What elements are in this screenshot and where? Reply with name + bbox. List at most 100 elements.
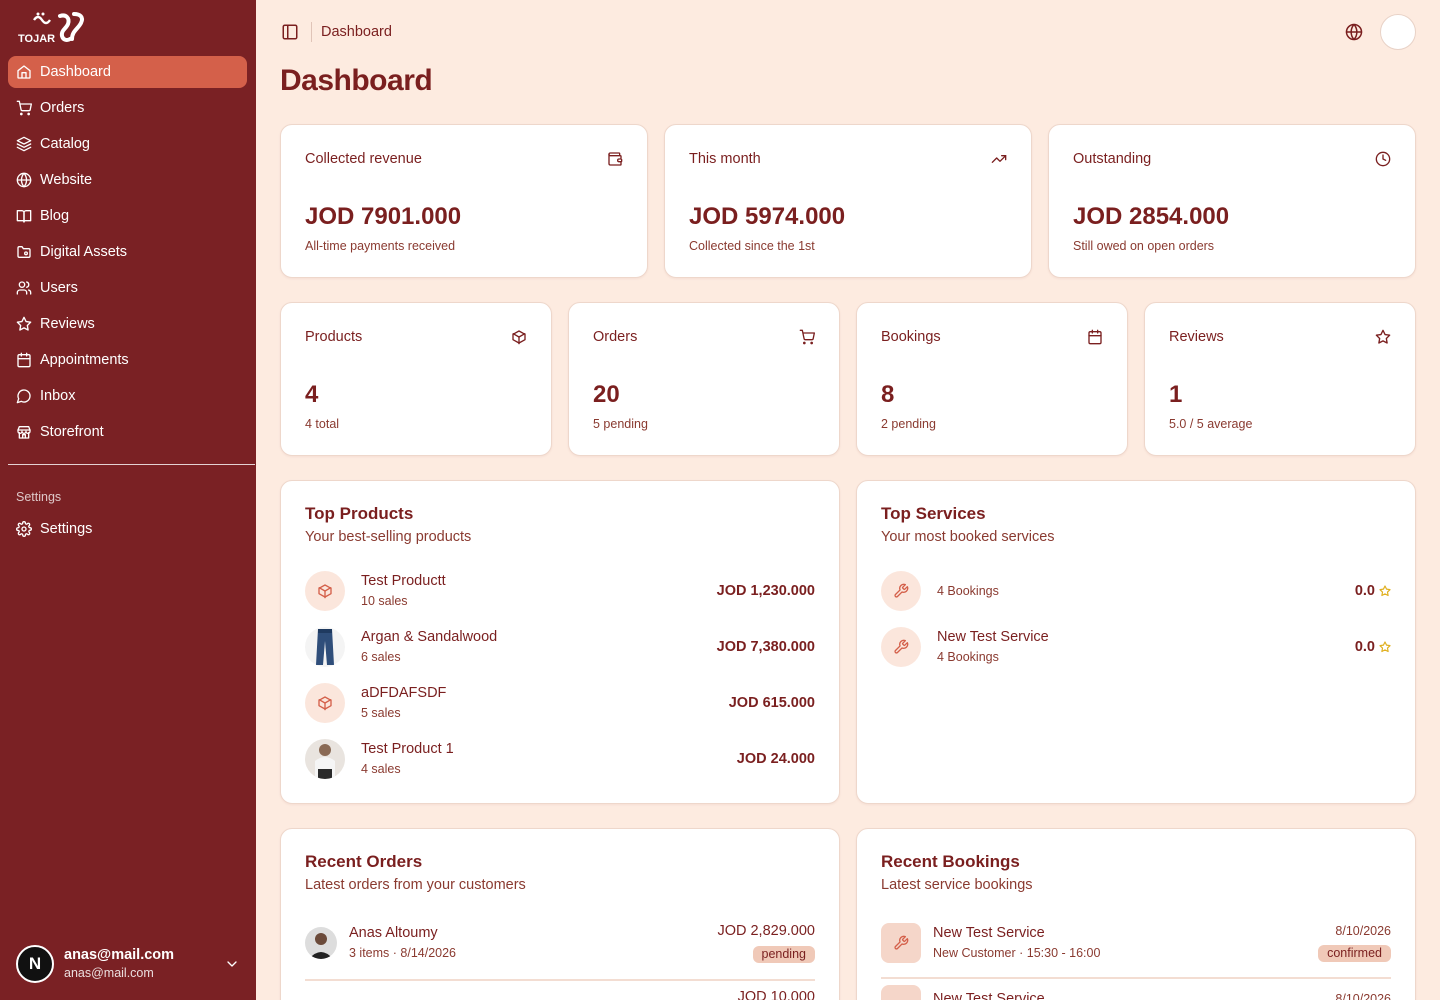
product-sales: 6 sales xyxy=(361,650,401,665)
list-item[interactable]: 4 Bookings 0.0 xyxy=(881,569,1391,613)
stat-value: JOD 2854.000 xyxy=(1073,203,1230,230)
list-item[interactable]: aDFDAFSDF 5 sales JOD 615.000 xyxy=(305,681,815,725)
product-name: Argan & Sandalwood xyxy=(361,629,498,646)
stat-label: Reviews xyxy=(1169,329,1224,345)
rating-value: 0.0 xyxy=(1354,583,1375,599)
star-icon xyxy=(16,316,32,331)
stat-value: 20 xyxy=(593,381,620,408)
list-item[interactable]: New Test Service 4 Bookings 0.0 xyxy=(881,625,1391,669)
sidebar-item-users[interactable]: Users xyxy=(8,272,247,304)
trending-up-icon xyxy=(991,155,1007,163)
service-thumbnail xyxy=(881,923,921,963)
settings-section-label: Settings xyxy=(16,490,62,504)
product-revenue: JOD 615.000 xyxy=(728,695,815,711)
stat-subtext: 4 total xyxy=(305,417,340,431)
sidebar-item-orders[interactable]: Orders xyxy=(8,92,247,124)
customer-name: Anas Altoumy xyxy=(349,925,438,942)
globe-icon xyxy=(16,172,32,188)
brand-logo[interactable]: TOJAR xyxy=(16,10,96,46)
stat-label: Bookings xyxy=(881,329,941,345)
wrench-icon xyxy=(894,639,909,654)
person-photo-icon xyxy=(315,744,335,779)
sidebar-item-appointments[interactable]: Appointments xyxy=(8,344,247,376)
star-icon xyxy=(1379,585,1391,597)
stat-card-this-month: This month JOD 5974.000 Collected since … xyxy=(664,124,1032,278)
users-icon xyxy=(16,281,32,295)
service-thumbnail xyxy=(881,627,921,667)
package-icon xyxy=(318,584,332,599)
top-products-card: Top Products Your best-selling products … xyxy=(280,480,840,804)
table-row[interactable]: New Test Service 8/10/2026 xyxy=(881,985,1391,1000)
sidebar-item-label: Digital Assets xyxy=(40,244,128,260)
header-separator xyxy=(311,22,312,42)
product-revenue: JOD 7,380.000 xyxy=(716,639,815,655)
sidebar-item-website[interactable]: Website xyxy=(8,164,247,196)
row-divider xyxy=(305,979,815,981)
sidebar-item-digital-assets[interactable]: Digital Assets xyxy=(8,236,247,268)
table-row[interactable]: New Test Service New Customer · 15:30 - … xyxy=(881,919,1391,967)
user-name: anas@mail.com xyxy=(64,947,175,964)
message-icon xyxy=(16,389,31,404)
product-thumbnail xyxy=(305,571,345,611)
list-item[interactable]: Argan & Sandalwood 6 sales JOD 7,380.000 xyxy=(305,625,815,669)
calendar-icon xyxy=(1088,329,1102,345)
list-item[interactable]: Test Product 1 4 sales JOD 24.000 xyxy=(305,737,815,781)
stat-label: This month xyxy=(689,151,761,167)
service-rating: 0.0 xyxy=(1355,583,1391,599)
product-name: Test Productt xyxy=(361,573,446,590)
sidebar-item-blog[interactable]: Blog xyxy=(8,200,247,232)
service-name: New Test Service xyxy=(937,629,1049,646)
wrench-icon xyxy=(894,935,909,950)
store-icon xyxy=(17,426,31,439)
stat-subtext: 5.0 / 5 average xyxy=(1169,417,1253,431)
star-icon xyxy=(1379,641,1391,653)
service-bookings: 4 Bookings xyxy=(937,650,999,665)
table-row[interactable]: JOD 10,000 xyxy=(305,987,815,1000)
sidebar-item-inbox[interactable]: Inbox xyxy=(8,380,247,412)
sidebar-item-label: Dashboard xyxy=(40,64,111,80)
stat-card-collected-revenue: Collected revenue JOD 7901.000 All-time … xyxy=(280,124,648,278)
star-icon xyxy=(1375,329,1391,344)
gear-icon xyxy=(16,521,32,537)
sidebar-item-label: Storefront xyxy=(40,424,104,440)
breadcrumb[interactable]: Dashboard xyxy=(321,24,392,40)
sidebar-item-reviews[interactable]: Reviews xyxy=(8,308,247,340)
person-photo-icon xyxy=(309,933,333,959)
status-badge: pending xyxy=(752,946,815,963)
wallet-icon xyxy=(608,152,623,166)
status-badge: confirmed xyxy=(1318,945,1391,962)
stat-card-bookings: Bookings 8 2 pending xyxy=(856,302,1128,456)
stat-label: Orders xyxy=(593,329,638,345)
book-icon xyxy=(16,210,32,223)
stat-label: Collected revenue xyxy=(305,151,422,167)
section-subtitle: Latest service bookings xyxy=(881,877,1033,893)
section-title: Top Services xyxy=(881,504,986,523)
stat-card-reviews: Reviews 1 5.0 / 5 average xyxy=(1144,302,1416,456)
sidebar-item-catalog[interactable]: Catalog xyxy=(8,128,247,160)
layers-icon xyxy=(16,136,32,152)
stat-card-products: Products 4 4 total xyxy=(280,302,552,456)
calendar-icon xyxy=(17,352,31,368)
table-row[interactable]: Anas Altoumy 3 items · 8/14/2026 JOD 2,8… xyxy=(305,919,815,967)
sidebar-toggle-icon[interactable] xyxy=(281,23,299,41)
sidebar-item-settings[interactable]: Settings xyxy=(8,513,247,545)
sidebar-item-dashboard[interactable]: Dashboard xyxy=(8,56,247,88)
product-thumbnail xyxy=(305,683,345,723)
language-globe-icon[interactable] xyxy=(1345,23,1363,41)
profile-avatar-button[interactable] xyxy=(1380,14,1416,50)
product-revenue: JOD 1,230.000 xyxy=(716,583,815,599)
chevron-down-icon[interactable] xyxy=(224,956,240,972)
order-amount: JOD 10,000 xyxy=(737,989,815,1000)
stat-value: JOD 5974.000 xyxy=(689,203,846,230)
stat-value: 1 xyxy=(1169,381,1183,408)
section-title: Top Products xyxy=(305,504,414,523)
product-thumbnail-jeans xyxy=(305,627,345,667)
section-subtitle: Your most booked services xyxy=(881,529,1055,545)
recent-orders-card: Recent Orders Latest orders from your cu… xyxy=(280,828,840,1000)
list-item[interactable]: Test Productt 10 sales JOD 1,230.000 xyxy=(305,569,815,613)
sidebar-item-storefront[interactable]: Storefront xyxy=(8,416,247,448)
service-bookings: 4 Bookings xyxy=(937,583,999,598)
row-divider xyxy=(881,977,1391,979)
user-menu[interactable]: N anas@mail.com anas@mail.com xyxy=(16,942,244,986)
service-thumbnail xyxy=(881,571,921,611)
